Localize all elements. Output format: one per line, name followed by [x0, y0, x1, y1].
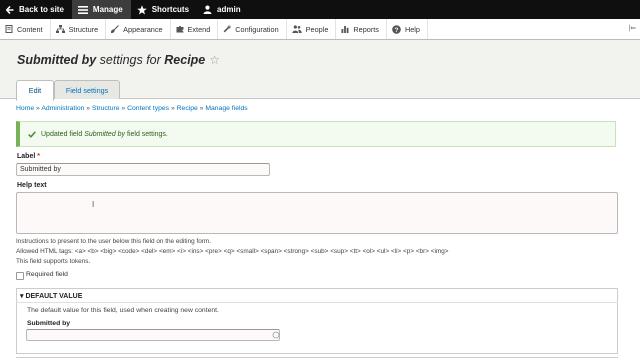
help-text-title: Help text [17, 182, 47, 189]
breadcrumb-administration[interactable]: Administration [41, 105, 84, 112]
menu-icon [77, 5, 88, 14]
manage-label: Manage [92, 5, 123, 14]
people-icon [291, 25, 302, 33]
status-message-post: field settings. [125, 130, 168, 138]
status-message-field: Submitted by [84, 130, 126, 138]
manage-tab[interactable]: Manage [71, 0, 131, 19]
bar-chart-icon [341, 26, 349, 33]
tray-item-appearance-label: Appearance [123, 24, 163, 34]
arrow-left-icon [6, 5, 14, 14]
svg-text:?: ? [394, 26, 398, 33]
tray-item-content[interactable]: Content [0, 19, 51, 39]
details-divider [16, 302, 618, 303]
back-to-site-link[interactable]: Back to site [0, 0, 72, 19]
breadcrumb: Home » Administration » Structure » Cont… [16, 105, 248, 112]
sitemap-icon [55, 25, 65, 33]
puzzle-icon [176, 25, 184, 33]
status-message: Updated field Submitted by field setting… [16, 121, 616, 147]
tray-item-people-label: People [305, 24, 329, 34]
page-title: Submitted by settings for Recipe ☆ [17, 53, 220, 67]
back-to-site-label: Back to site [19, 5, 64, 14]
user-label: admin [217, 5, 241, 14]
tray-item-structure[interactable]: Structure [51, 19, 107, 39]
shortcuts-label: Shortcuts [151, 5, 190, 14]
tab-field-settings[interactable]: Field settings [54, 80, 120, 99]
tray-item-help[interactable]: ? Help [387, 19, 428, 39]
tray-item-extend-label: Extend [187, 24, 211, 34]
default-submitted-by-input[interactable] [26, 329, 280, 341]
breadcrumb-recipe[interactable]: Recipe [177, 105, 198, 112]
tray-item-reports-label: Reports [353, 24, 379, 34]
page-title-field: Submitted by [17, 53, 97, 67]
tray-item-people[interactable]: People [287, 19, 337, 39]
page-title-mid: settings for [96, 53, 165, 67]
default-value-description: The default value for this field, used w… [27, 307, 219, 314]
tray-item-configuration-label: Configuration [235, 24, 279, 34]
text-cursor-icon: I [92, 200, 95, 209]
breadcrumb-sep: » [169, 105, 177, 112]
admin-tray: Content Structure Appearance Extend Conf… [0, 19, 640, 40]
admin-toolbar: Back to site Manage Shortcuts admin [0, 0, 640, 19]
required-field-label: Required field [26, 271, 68, 278]
tray-orientation-toggle[interactable]: |⇐ [628, 24, 636, 32]
required-field-checkbox[interactable] [16, 272, 24, 280]
status-message-text: Updated field Submitted by field setting… [41, 131, 168, 138]
breadcrumb-sep: » [84, 105, 92, 112]
autocomplete-throbber-icon [272, 331, 280, 339]
tray-item-appearance[interactable]: Appearance [106, 19, 171, 39]
tray-item-help-label: Help [404, 24, 420, 34]
required-marker: * [37, 153, 40, 160]
tray-item-configuration[interactable]: Configuration [218, 19, 287, 39]
shortcut-star-icon[interactable]: ☆ [209, 53, 220, 67]
wrench-icon [223, 25, 231, 33]
breadcrumb-home[interactable]: Home [16, 105, 34, 112]
help-text-description: Instructions to present to the user belo… [16, 238, 212, 245]
tray-item-extend[interactable]: Extend [171, 19, 219, 39]
user-icon [203, 5, 212, 14]
tray-item-content-label: Content [17, 24, 43, 34]
brush-icon [111, 25, 120, 33]
tray-item-structure-label: Structure [68, 24, 99, 34]
default-value-summary[interactable]: ▾ DEFAULT VALUE [20, 292, 82, 300]
allowed-html-tags: Allowed HTML tags: <a> <b> <big> <code> … [16, 248, 449, 255]
checkmark-icon [28, 130, 36, 138]
shortcuts-tab[interactable]: Shortcuts [131, 0, 197, 19]
next-section-edge [16, 357, 618, 358]
status-message-pre: Updated field [41, 130, 85, 138]
page-title-type: Recipe [164, 53, 206, 67]
label-field-title-text: Label [17, 153, 36, 160]
tab-edit[interactable]: Edit [16, 80, 54, 101]
file-icon [5, 25, 13, 33]
user-tab[interactable]: admin [197, 0, 249, 19]
tokens-note: This field supports tokens. [16, 258, 91, 265]
default-submitted-by-label: Submitted by [27, 320, 71, 327]
breadcrumb-content-types[interactable]: Content types [127, 105, 169, 112]
breadcrumb-structure[interactable]: Structure [92, 105, 120, 112]
help-text-textarea[interactable] [16, 192, 618, 234]
breadcrumb-manage-fields[interactable]: Manage fields [205, 105, 247, 112]
default-value-details [16, 288, 618, 354]
label-input[interactable]: Submitted by [16, 163, 270, 176]
star-icon [136, 4, 147, 14]
label-field-title: Label * [17, 153, 40, 160]
help-icon: ? [392, 24, 401, 34]
tray-item-reports[interactable]: Reports [336, 19, 387, 39]
breadcrumb-sep: » [119, 105, 128, 112]
